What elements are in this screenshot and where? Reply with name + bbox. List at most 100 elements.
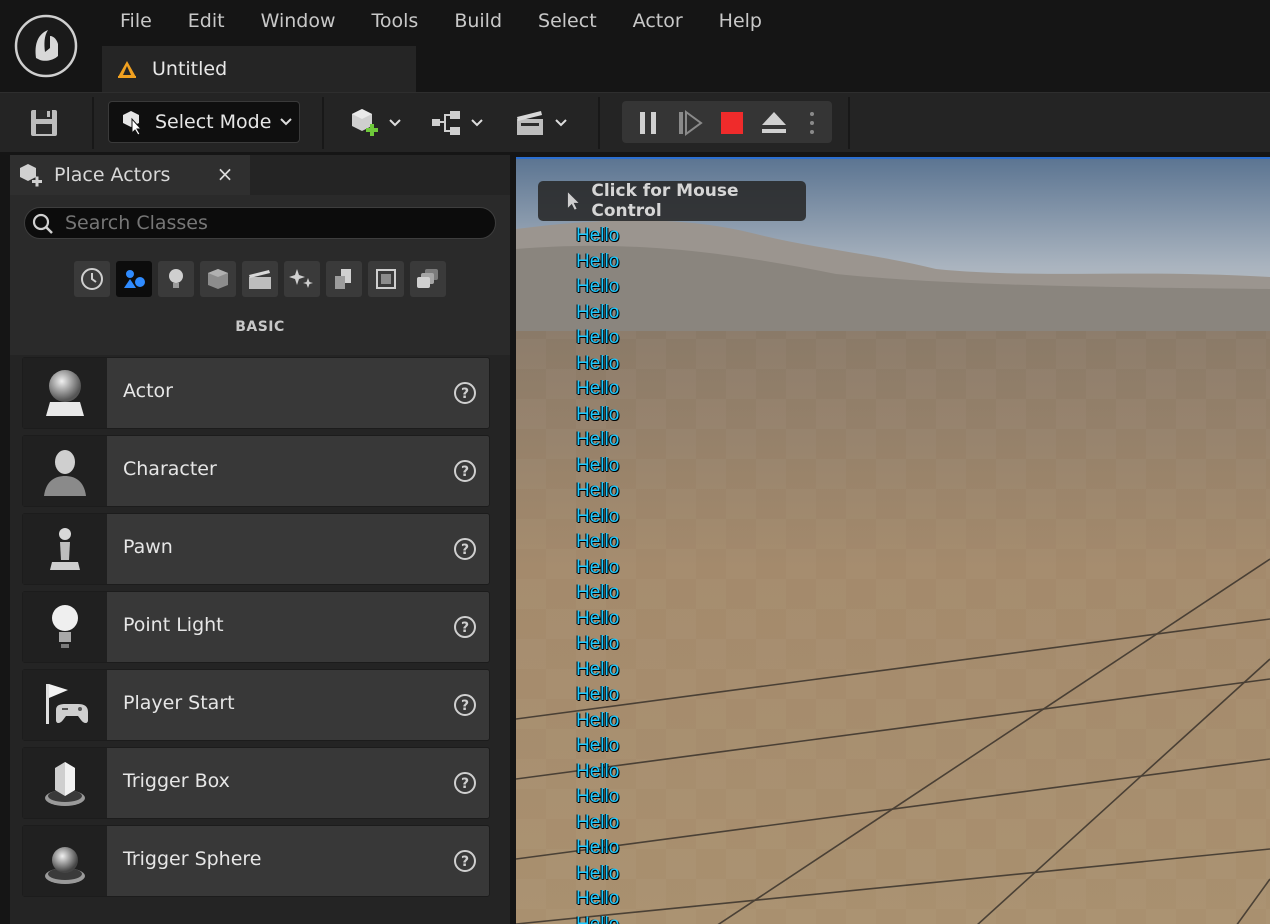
debug-message: Hello <box>576 531 620 552</box>
menu-file[interactable]: File <box>102 4 170 40</box>
category-geometry[interactable] <box>326 261 362 297</box>
debug-message: Hello <box>576 327 620 348</box>
debug-message: Hello <box>576 913 620 924</box>
mouse-control-button[interactable]: Click for Mouse Control <box>538 181 806 221</box>
category-lights[interactable] <box>158 261 194 297</box>
search-classes-input[interactable] <box>65 210 485 236</box>
volume-box-icon <box>376 269 396 289</box>
step-frame-icon[interactable] <box>676 109 704 137</box>
character-icon <box>44 450 86 496</box>
menu-bar: File Edit Window Tools Build Select Actor Help <box>102 4 780 40</box>
actor-item-trigger-sphere[interactable]: Trigger Sphere ? <box>22 825 490 897</box>
cube-icon <box>208 269 228 289</box>
search-box[interactable] <box>24 207 496 239</box>
actor-item-label: Character <box>123 458 217 480</box>
debug-message: Hello <box>576 225 620 246</box>
help-icon[interactable]: ? <box>453 381 477 405</box>
place-actors-tab[interactable]: Place Actors × <box>10 155 250 195</box>
pawn-icon <box>50 528 80 570</box>
actor-list: Actor ? Character ? Pawn ? Point Light ?… <box>22 357 492 903</box>
more-options-icon[interactable] <box>804 109 820 137</box>
level-viewport[interactable]: Click for Mouse Control Hello Hello Hello H… <box>516 157 1270 924</box>
category-all-classes[interactable] <box>410 261 446 297</box>
help-icon[interactable]: ? <box>453 849 477 873</box>
actor-thumbnail <box>23 670 107 740</box>
select-mode-dropdown[interactable]: Select Mode <box>108 101 300 143</box>
viewport-scene <box>516 159 1270 924</box>
debug-message: Hello <box>576 633 620 654</box>
unreal-engine-logo-icon[interactable] <box>14 14 78 78</box>
point-light-icon <box>52 605 78 648</box>
select-mode-label: Select Mode <box>155 111 272 133</box>
debug-message: Hello <box>576 403 620 425</box>
debug-message: Hello <box>576 658 620 680</box>
toolbar-divider <box>322 97 324 149</box>
debug-message: Hello <box>576 709 620 731</box>
debug-message: Hello <box>576 888 620 909</box>
actor-item-actor[interactable]: Actor ? <box>22 357 490 429</box>
actor-item-label: Trigger Sphere <box>123 848 262 870</box>
category-cinematic[interactable] <box>242 261 278 297</box>
menu-tools[interactable]: Tools <box>354 4 437 40</box>
quick-add-icon <box>352 109 378 136</box>
debug-message: Hello <box>576 862 620 884</box>
close-icon[interactable]: × <box>214 163 236 185</box>
category-tabs <box>74 261 446 297</box>
category-basic[interactable] <box>116 261 152 297</box>
sparkles-icon <box>289 269 313 288</box>
actor-thumbnail <box>23 358 107 428</box>
svg-text:?: ? <box>461 776 469 792</box>
debug-message-list: Hello Hello Hello Hello Hello Hello Hello Hello… <box>576 223 619 924</box>
pause-icon[interactable] <box>634 109 662 137</box>
menu-build[interactable]: Build <box>436 4 520 40</box>
menu-select[interactable]: Select <box>520 4 615 40</box>
save-icon[interactable] <box>28 107 60 139</box>
main-toolbar: Select Mode <box>0 92 1270 152</box>
clock-icon <box>81 268 103 290</box>
actor-item-pawn[interactable]: Pawn ? <box>22 513 490 585</box>
category-visual-effects[interactable] <box>284 261 320 297</box>
help-icon[interactable]: ? <box>453 537 477 561</box>
debug-message: Hello <box>576 811 620 833</box>
eject-icon[interactable] <box>760 109 788 137</box>
actor-item-player-start[interactable]: Player Start ? <box>22 669 490 741</box>
actor-item-trigger-box[interactable]: Trigger Box ? <box>22 747 490 819</box>
category-shapes[interactable] <box>200 261 236 297</box>
blueprints-button[interactable] <box>430 105 484 141</box>
chevron-down-icon <box>389 119 401 127</box>
category-title: BASIC <box>235 319 285 335</box>
menu-help[interactable]: Help <box>701 4 780 40</box>
menu-actor[interactable]: Actor <box>615 4 701 40</box>
actor-thumbnail <box>23 514 107 584</box>
stop-icon[interactable] <box>718 109 746 137</box>
menu-edit[interactable]: Edit <box>170 4 243 40</box>
help-icon[interactable]: ? <box>453 615 477 639</box>
help-icon[interactable]: ? <box>453 771 477 795</box>
actor-item-character[interactable]: Character ? <box>22 435 490 507</box>
help-icon[interactable]: ? <box>453 459 477 483</box>
help-icon[interactable]: ? <box>453 693 477 717</box>
debug-message: Hello <box>576 301 620 323</box>
place-actors-panel: Place Actors × Search Classes BASIC Acto… <box>10 155 510 924</box>
debug-message: Hello <box>576 480 620 501</box>
category-volumes[interactable] <box>368 261 404 297</box>
actor-item-label: Point Light <box>123 614 224 636</box>
actor-item-label: Actor <box>123 380 173 402</box>
toolbar-divider <box>848 97 850 149</box>
quick-add-button[interactable] <box>348 105 402 141</box>
svg-text:?: ? <box>461 542 469 558</box>
actor-sphere-icon <box>46 370 84 416</box>
menu-window[interactable]: Window <box>243 4 354 40</box>
actor-thumbnail <box>23 748 107 818</box>
chevron-down-icon <box>471 119 483 127</box>
debug-message: Hello <box>576 505 620 527</box>
place-actors-tab-label: Place Actors <box>54 164 171 186</box>
actor-item-label: Pawn <box>123 536 173 558</box>
cinematics-button[interactable] <box>514 105 568 141</box>
category-recent[interactable] <box>74 261 110 297</box>
svg-text:?: ? <box>461 620 469 636</box>
debug-message: Hello <box>576 786 620 807</box>
actor-item-point-light[interactable]: Point Light ? <box>22 591 490 663</box>
document-tab[interactable]: Untitled <box>102 46 416 92</box>
toolbar-divider <box>92 97 94 149</box>
